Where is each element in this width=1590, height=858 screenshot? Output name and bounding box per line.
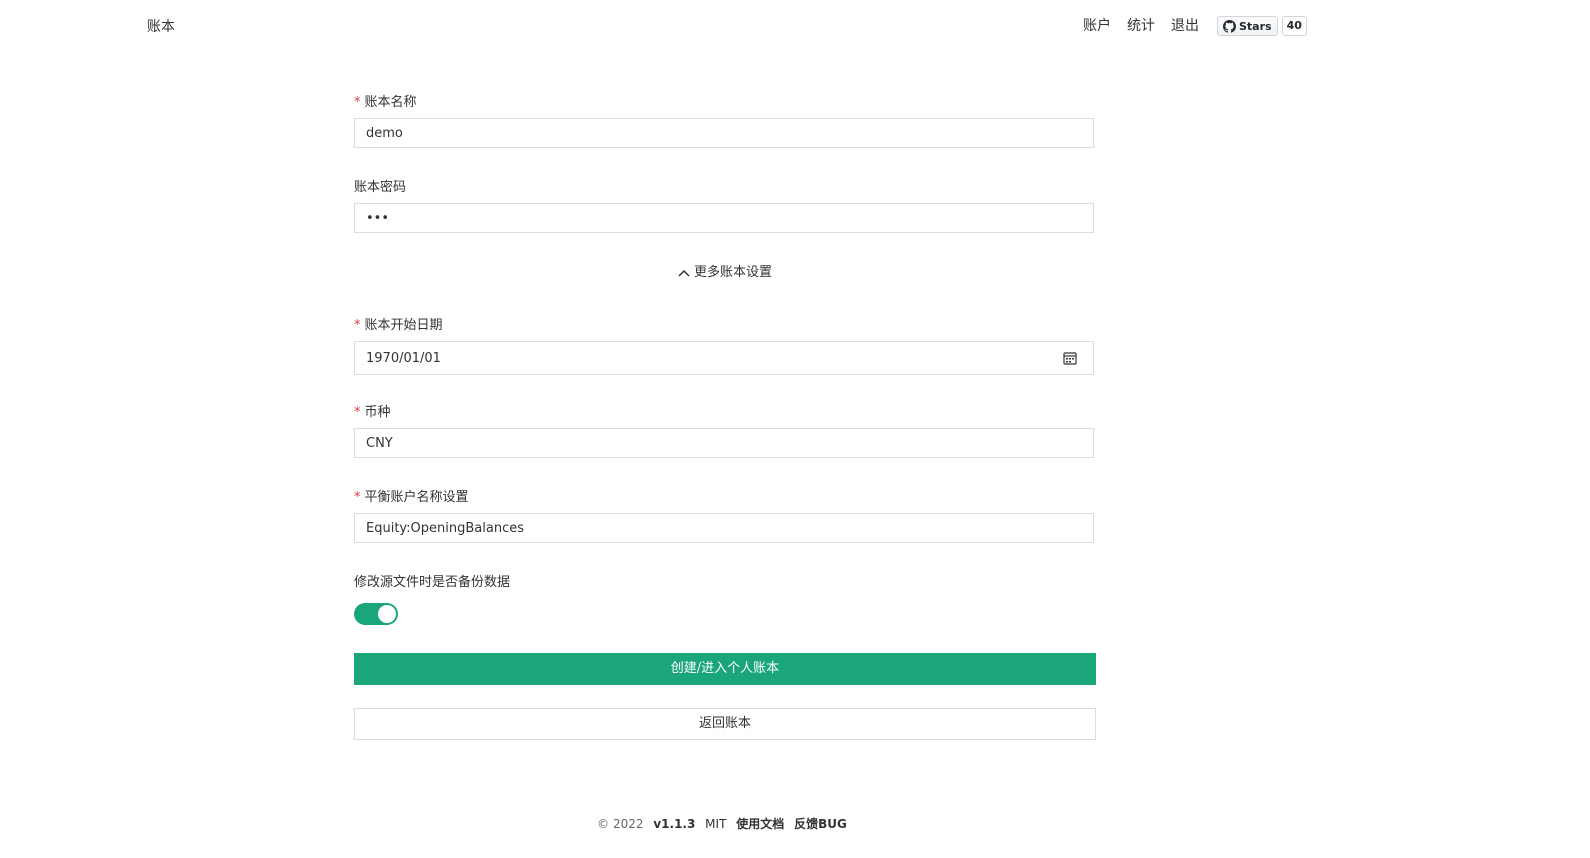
currency-label: * 币种: [354, 405, 391, 420]
currency-input[interactable]: CNY: [354, 428, 1094, 458]
backup-toggle[interactable]: [354, 603, 398, 625]
required-mark: *: [354, 405, 361, 420]
github-stars-count[interactable]: 40: [1281, 16, 1307, 36]
copyright: © 2022: [597, 817, 644, 831]
required-mark: *: [354, 490, 361, 505]
balance-account-label: * 平衡账户名称设置: [354, 490, 469, 505]
ledger-password-label: 账本密码: [354, 180, 407, 195]
ledger-name-input[interactable]: demo: [354, 118, 1094, 148]
toggle-knob: [378, 605, 396, 623]
more-settings-toggle[interactable]: 更多账本设置: [354, 261, 1096, 280]
create-enter-ledger-button[interactable]: 创建/进入个人账本: [354, 653, 1096, 685]
github-stars-widget: Stars 40: [1217, 16, 1307, 36]
required-mark: *: [354, 95, 361, 110]
back-to-ledger-button[interactable]: 返回账本: [354, 708, 1096, 740]
nav-accounts[interactable]: 账户: [1083, 16, 1111, 36]
version: v1.1.3: [653, 817, 696, 831]
start-date-input[interactable]: 1970/01/01: [354, 341, 1094, 375]
start-date-value: 1970/01/01: [366, 350, 441, 366]
github-stars-label: Stars: [1239, 19, 1272, 33]
feedback-link[interactable]: 反馈BUG: [794, 817, 847, 831]
nav-logout[interactable]: 退出: [1171, 16, 1199, 36]
nav-statistics[interactable]: 统计: [1127, 16, 1155, 36]
github-stars-button[interactable]: Stars: [1217, 16, 1278, 36]
balance-account-input[interactable]: Equity:OpeningBalances: [354, 513, 1094, 543]
ledger-name-label: * 账本名称: [354, 95, 417, 110]
ledger-password-input[interactable]: •••: [354, 203, 1094, 233]
github-icon: [1223, 19, 1236, 33]
chevron-up-icon: [678, 269, 690, 277]
backup-label: 修改源文件时是否备份数据: [354, 575, 511, 590]
license-link[interactable]: MIT: [705, 817, 726, 831]
required-mark: *: [354, 318, 361, 333]
footer: © 2022 v1.1.3 MIT 使用文档 反馈BUG: [0, 815, 1444, 832]
app-title: 账本: [147, 19, 175, 35]
docs-link[interactable]: 使用文档: [736, 817, 784, 831]
top-nav: 账户 统计 退出 Stars 40: [1083, 16, 1307, 36]
start-date-label: * 账本开始日期: [354, 318, 443, 333]
calendar-icon[interactable]: [1063, 351, 1077, 365]
